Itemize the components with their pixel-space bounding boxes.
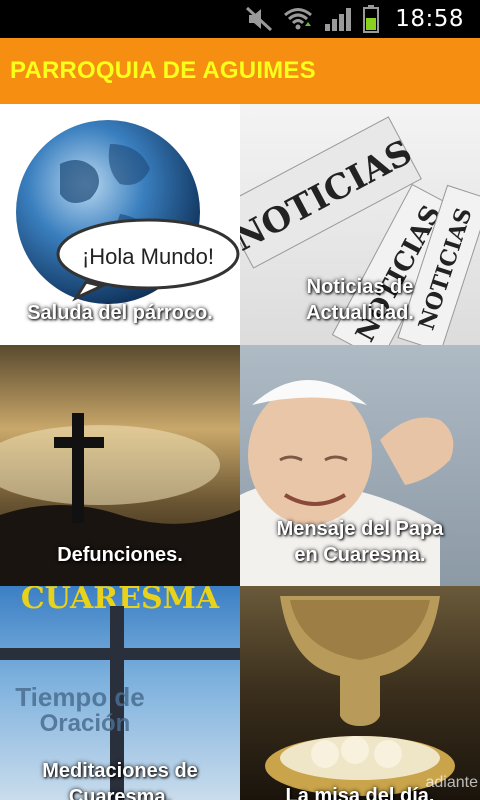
tile-label-line2: Cuaresma. <box>68 786 172 800</box>
clock: 18:58 <box>395 6 464 32</box>
tile-label: Meditaciones de Cuaresma. <box>0 758 240 800</box>
svg-text:Oración: Oración <box>40 710 131 737</box>
tile-label-line1: Mensaje del Papa <box>276 518 444 540</box>
tile-label-line1: Saluda del párroco. <box>27 302 213 324</box>
tile-label: Saluda del párroco. <box>0 300 240 326</box>
chalice-image <box>265 596 455 796</box>
app-title: PARROQUIA DE AGUIMES <box>10 57 316 84</box>
watermark: adiante <box>425 774 479 791</box>
tile-label: Noticias de Actualidad. <box>240 274 480 326</box>
svg-text:Tiempo de: Tiempo de <box>15 682 145 712</box>
signal-icon <box>325 8 352 31</box>
tile-label-line2: Actualidad. <box>306 302 414 324</box>
tile-meditaciones-cuaresma[interactable]: CUARESMA Tiempo de Oración Meditaciones … <box>0 586 240 800</box>
app-bar: PARROQUIA DE AGUIMES <box>0 38 480 104</box>
status-bar: 18:58 <box>0 0 480 38</box>
menu-grid: ¡Hola Mundo! Saluda del párroco. NOTICIA… <box>0 104 480 800</box>
tile-label: Defunciones. <box>0 542 240 568</box>
wifi-icon <box>284 8 313 30</box>
tile-defunciones[interactable]: Defunciones. <box>0 345 240 586</box>
tile-noticias-actualidad[interactable]: NOTICIAS NOTICIAS NOTICIAS Noticias de A… <box>240 104 480 345</box>
tile-mensaje-papa[interactable]: Mensaje del Papa en Cuaresma. <box>240 345 480 586</box>
bubble-text: ¡Hola Mundo! <box>82 244 214 269</box>
tile-label-line2: en Cuaresma. <box>294 544 426 566</box>
tile-misa-del-dia[interactable]: La misa del día. adiante <box>240 586 480 800</box>
tile-label-line1: Meditaciones de <box>42 760 198 782</box>
tile-label: Mensaje del Papa en Cuaresma. <box>240 516 480 568</box>
mute-icon <box>246 6 273 32</box>
status-icons: 18:58 <box>245 0 464 38</box>
tile-label-line1: Defunciones. <box>57 544 183 566</box>
tile-label-line1: Noticias de <box>306 276 414 298</box>
tile-saluda-parroco[interactable]: ¡Hola Mundo! Saluda del párroco. <box>0 104 240 345</box>
battery-icon <box>363 5 380 33</box>
